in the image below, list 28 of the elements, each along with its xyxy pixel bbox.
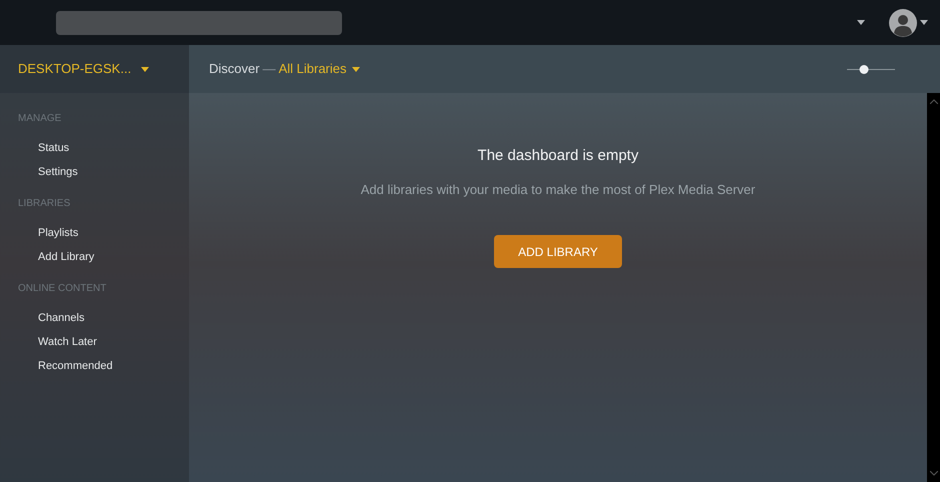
caret-icon [141,66,150,72]
scroll-up-icon[interactable] [930,99,938,104]
sidebar-item[interactable]: Playlists [0,221,78,245]
sidebar-item[interactable]: Settings [0,160,78,184]
zoom-slider[interactable] [847,64,895,74]
breadcrumb-separator: — [262,60,276,78]
empty-title: The dashboard is empty [478,146,638,166]
sidebar-item[interactable]: Watch Later [0,330,97,354]
sidebar-item[interactable]: Channels [0,306,84,330]
user-menu-button[interactable] [889,8,928,36]
search-field[interactable] [56,10,342,34]
caret-icon [920,20,928,25]
sidebar-item[interactable]: Recommended [0,354,113,378]
breadcrumb-section[interactable]: Discover [209,59,260,79]
empty-message: Add libraries with your media to make the most of Plex Media Server [360,180,756,199]
user-avatar-icon [889,8,917,36]
sidebar-item[interactable]: Status [0,136,70,160]
scroll-down-icon[interactable] [930,471,938,476]
sidebar-item[interactable]: Add Library [0,245,94,269]
activity-menu-button[interactable] [857,20,865,25]
section-heading: MANAGE [17,112,62,126]
caret-icon [352,66,360,72]
scrollbar[interactable] [927,93,940,482]
section-heading: ONLINE CONTENT [17,282,108,296]
library-selector[interactable]: All Libraries [278,59,360,79]
section-heading: LIBRARIES [17,197,72,211]
caret-icon [857,20,865,25]
slider-thumb[interactable] [859,64,868,74]
